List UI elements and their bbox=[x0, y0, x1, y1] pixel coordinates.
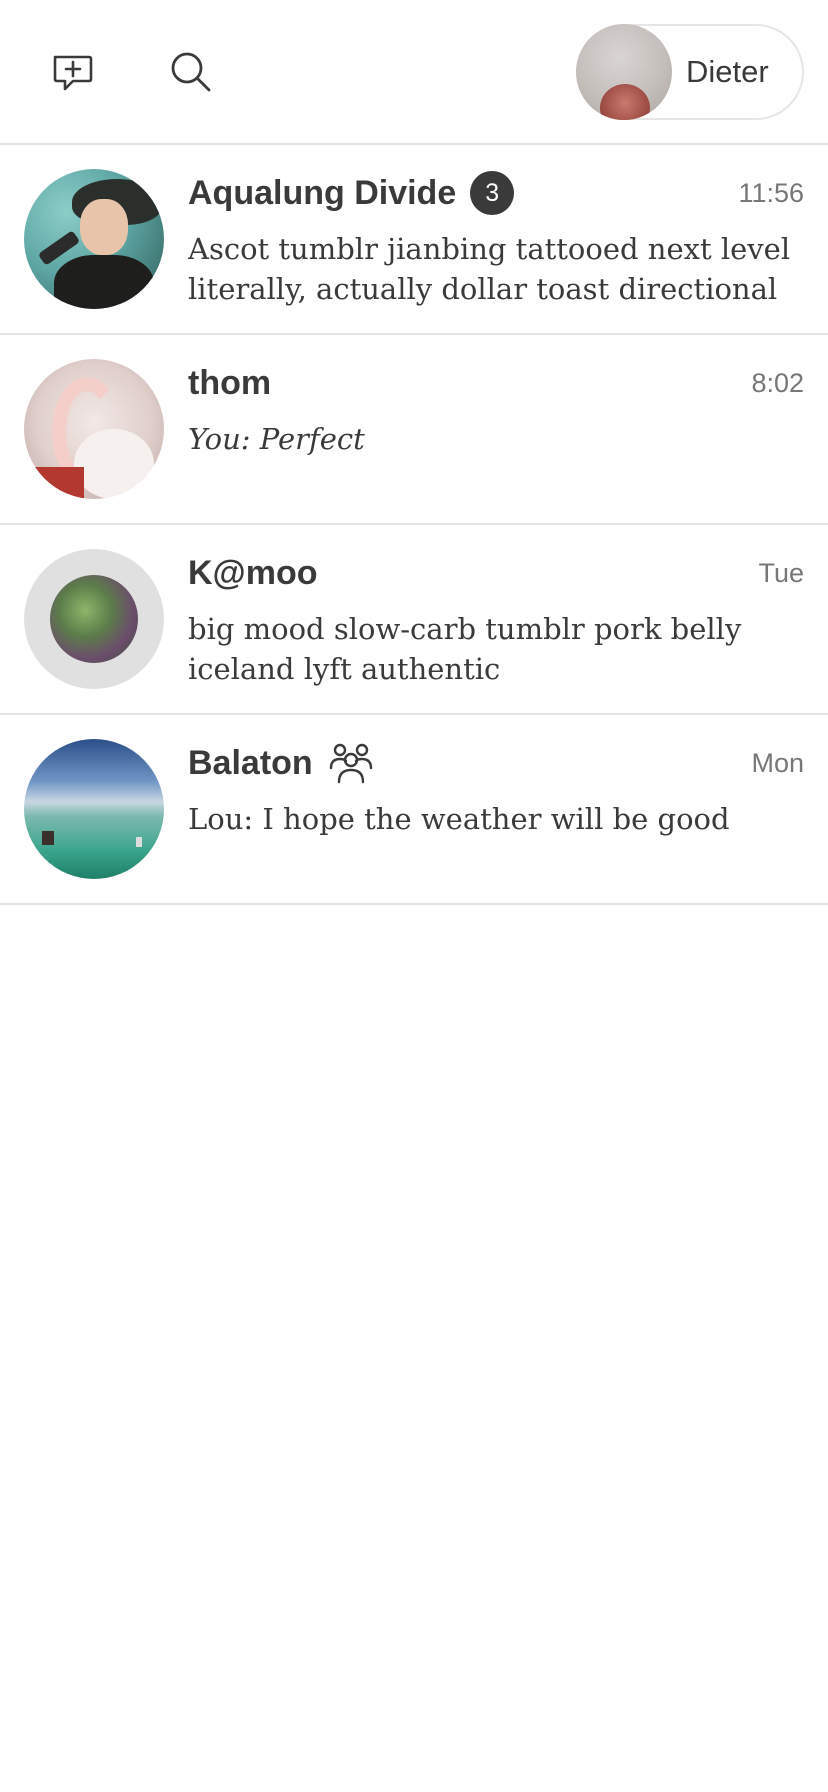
search-button[interactable] bbox=[165, 46, 217, 98]
conversation-preview: You: Perfect bbox=[188, 422, 365, 456]
conversation-preview: big mood slow-carb tumblr pork belly ice… bbox=[188, 612, 742, 686]
avatar bbox=[24, 169, 164, 309]
conversation-item[interactable]: Balaton Mon Lou: I hope the weather will… bbox=[0, 715, 828, 905]
conversation-header: K@moo Tue bbox=[188, 545, 804, 601]
conversation-preview: Ascot tumblr jianbing tattooed next leve… bbox=[188, 232, 791, 306]
profile-button[interactable]: Dieter bbox=[576, 24, 804, 120]
avatar bbox=[24, 359, 164, 499]
avatar bbox=[24, 549, 164, 689]
conversation-time: Tue bbox=[758, 557, 804, 588]
profile-name: Dieter bbox=[686, 54, 769, 89]
profile-avatar bbox=[576, 24, 672, 120]
conversation-time: 11:56 bbox=[738, 177, 804, 208]
conversation-title: K@moo bbox=[188, 553, 318, 592]
conversation-time: 8:02 bbox=[751, 367, 804, 398]
search-icon bbox=[171, 52, 211, 92]
conversation-list: Aqualung Divide 3 11:56 Ascot tumblr jia… bbox=[0, 145, 828, 905]
conversation-header: Aqualung Divide 3 11:56 bbox=[188, 165, 804, 221]
conversation-item[interactable]: thom 8:02 You: Perfect bbox=[0, 335, 828, 525]
new-message-icon bbox=[53, 55, 93, 91]
conversation-title: Aqualung Divide bbox=[188, 173, 457, 212]
conversation-item[interactable]: Aqualung Divide 3 11:56 Ascot tumblr jia… bbox=[0, 145, 828, 335]
conversation-preview: Lou: I hope the weather will be good bbox=[188, 802, 730, 836]
conversation-header: thom 8:02 bbox=[188, 355, 804, 411]
new-message-button[interactable] bbox=[46, 46, 98, 98]
group-icon bbox=[327, 740, 375, 786]
conversation-time: Mon bbox=[751, 747, 804, 778]
avatar bbox=[24, 739, 164, 879]
conversation-title: thom bbox=[188, 363, 272, 402]
conversation-header: Balaton Mon bbox=[188, 735, 804, 791]
top-bar: Dieter bbox=[0, 0, 828, 145]
conversation-item[interactable]: K@moo Tue big mood slow-carb tumblr pork… bbox=[0, 525, 828, 715]
conversation-title: Balaton bbox=[188, 743, 313, 782]
unread-badge: 3 bbox=[470, 171, 515, 215]
